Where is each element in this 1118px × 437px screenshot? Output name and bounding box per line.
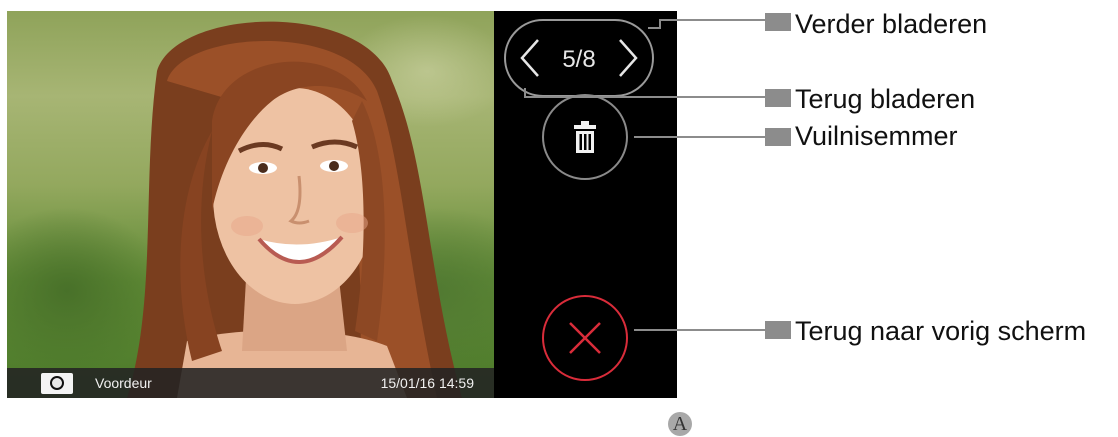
callout-trash: Vuilnisemmer (795, 121, 958, 151)
callout-marker (765, 128, 791, 146)
figure-marker: A (668, 412, 692, 436)
callout-lines (524, 19, 765, 331)
callout-marker (765, 321, 791, 339)
callout-back: Terug naar vorig scherm (795, 316, 1087, 346)
callout-prev: Terug bladeren (795, 84, 976, 114)
callout-marker (765, 13, 791, 31)
callout-next: Verder bladeren (795, 9, 988, 39)
callout-marker (765, 89, 791, 107)
